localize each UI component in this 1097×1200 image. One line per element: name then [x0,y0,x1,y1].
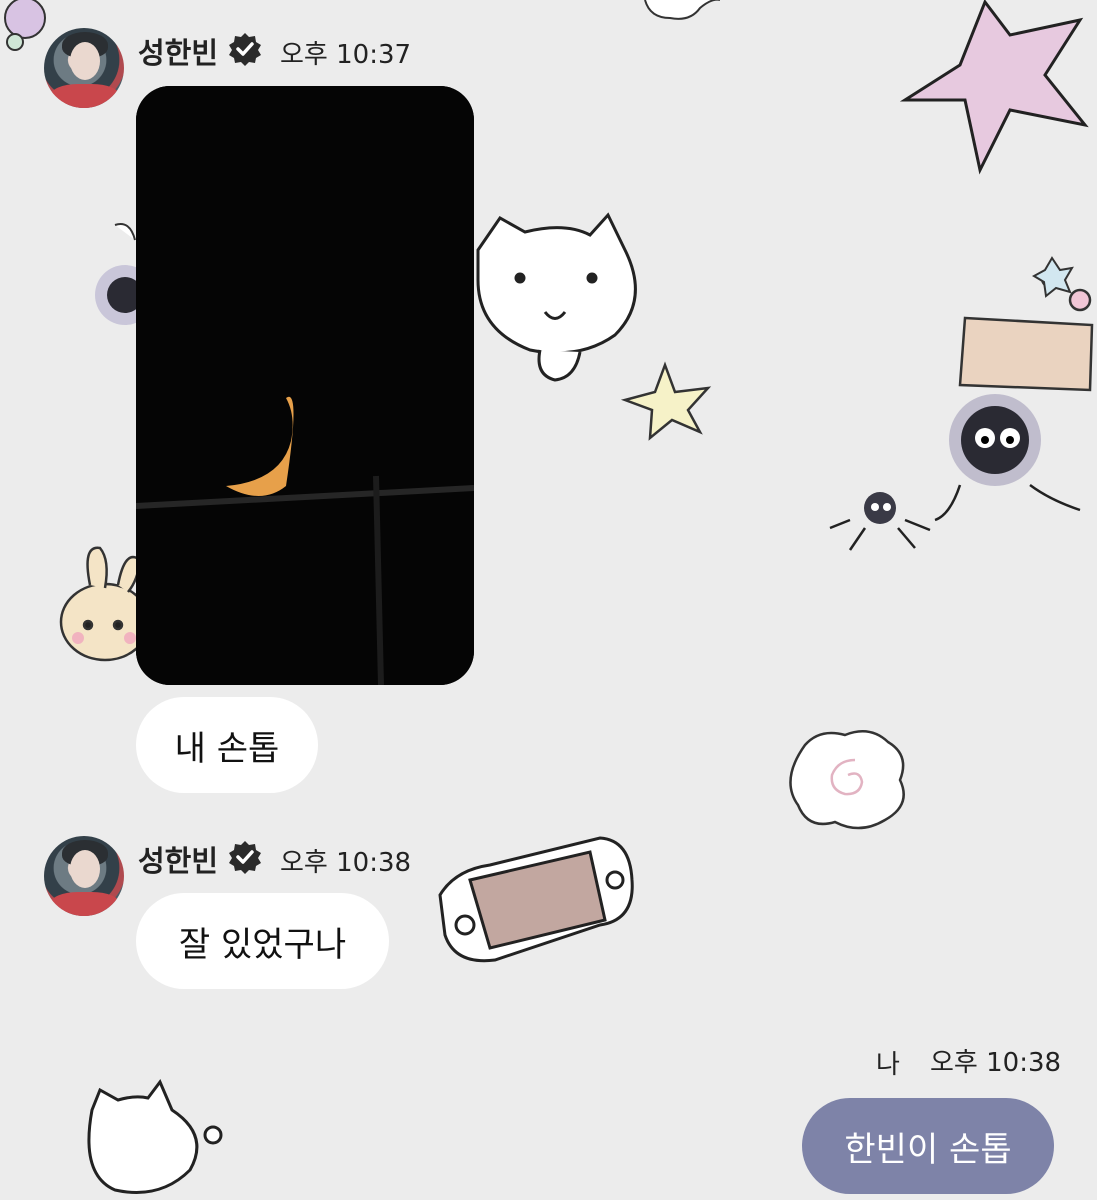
pink-star-doodle [899,0,1089,175]
cloud-doodle [644,0,720,20]
bottom-cat-doodle [87,1079,223,1194]
message-bubble[interactable]: 내 손톱 [136,697,318,793]
box-doodle [958,266,1094,392]
message-bubble[interactable]: 잘 있었구나 [136,893,389,989]
small-soot-sprite-doodle [829,492,931,551]
message-timestamp: 오후 10:37 [280,40,412,70]
moon-photo-attachment[interactable] [136,86,474,685]
my-label: 나 [876,1050,900,1080]
game-console-doodle [438,836,634,963]
sender-name[interactable]: 성한빈 [138,838,218,880]
sender-avatar[interactable] [44,28,124,108]
my-message-bubble[interactable]: 한빈이 손톱 [802,1098,1054,1194]
flower-doodle [4,0,46,51]
verified-badge-icon [229,841,261,874]
small-flower-doodle [1031,256,1074,298]
white-cat-doodle [476,212,637,382]
message-timestamp: 오후 10:38 [280,848,412,878]
sender-name[interactable]: 성한빈 [138,30,218,72]
moon-photo-image [136,86,474,685]
swirl-cloud-doodle [789,730,905,830]
sender-avatar[interactable] [44,836,124,916]
yellow-star-doodle [620,361,712,441]
my-message-timestamp: 오후 10:38 [930,1048,1062,1078]
verified-badge-icon [229,33,261,66]
soot-sprite-doodle [934,394,1081,522]
